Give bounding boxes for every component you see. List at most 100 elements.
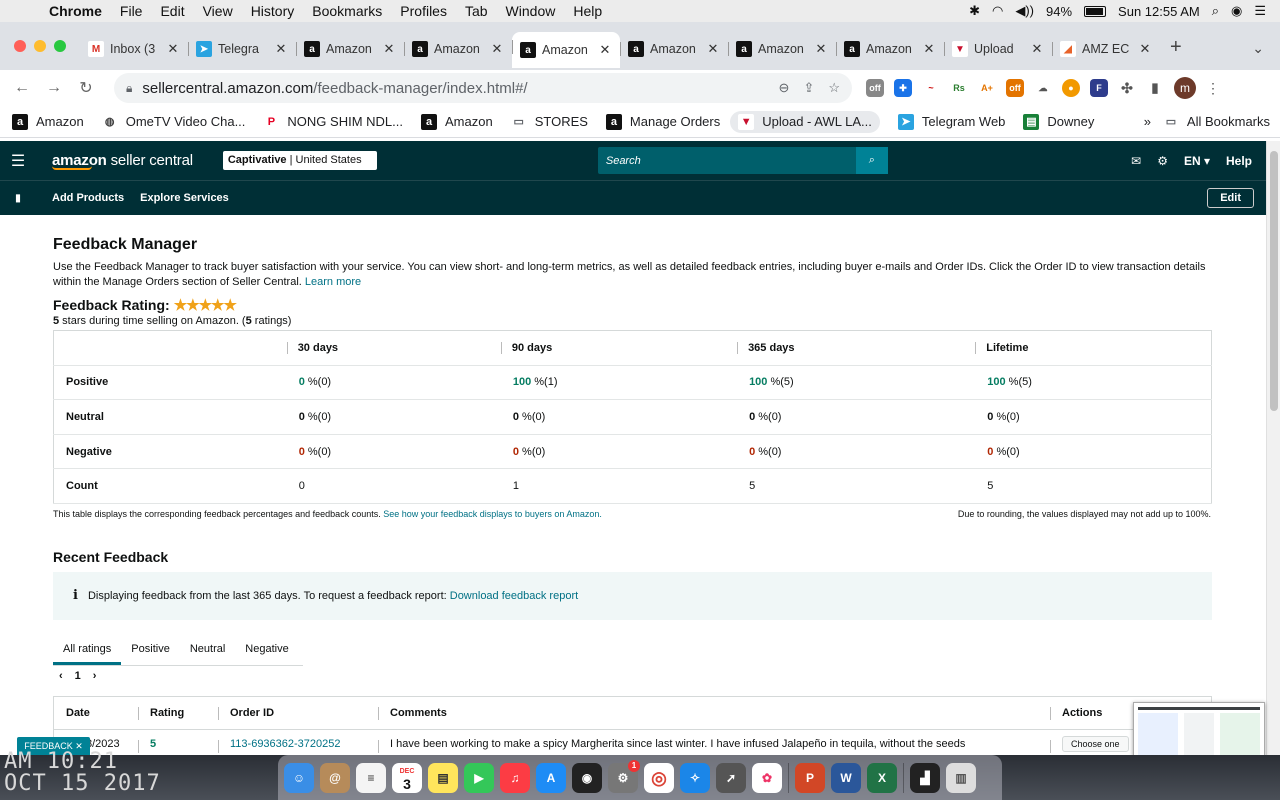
tab-search-chevron-icon[interactable]: ⌄: [1252, 40, 1264, 57]
menu-app-chrome[interactable]: Chrome: [40, 3, 111, 19]
bookmark-item[interactable]: ▼ Upload - AWL LA...: [730, 110, 880, 133]
forward-button[interactable]: →: [38, 79, 70, 97]
menu-help[interactable]: Help: [564, 3, 611, 19]
tab-9[interactable]: ▼ Upload ✕: [944, 34, 1052, 64]
tab-10[interactable]: ◢ AMZ EC ✕: [1052, 34, 1160, 64]
siri-dock-icon[interactable]: ◉: [572, 762, 602, 793]
zoom-icon[interactable]: ⊖: [779, 80, 790, 96]
extension-rs-icon[interactable]: Rs: [950, 79, 968, 97]
learn-more-link[interactable]: Learn more: [305, 276, 361, 288]
menu-window[interactable]: Window: [497, 3, 565, 19]
reminders-icon[interactable]: ≡: [356, 762, 386, 793]
extension-off-icon[interactable]: off: [866, 79, 884, 97]
spotlight-icon[interactable]: ⌕: [1212, 3, 1219, 19]
next-page-icon[interactable]: ›: [93, 670, 97, 682]
bookmark-item[interactable]: ◍ OmeTV Video Cha...: [101, 111, 245, 133]
extension-orange-icon[interactable]: ●: [1062, 79, 1080, 97]
tab-4[interactable]: a Amazon ✕: [404, 34, 512, 64]
download-report-link[interactable]: Download feedback report: [450, 590, 578, 602]
col-date[interactable]: Date: [54, 697, 138, 729]
close-tab-icon[interactable]: ✕: [1138, 41, 1152, 57]
menu-file[interactable]: File: [111, 3, 152, 19]
current-page[interactable]: 1: [75, 670, 81, 682]
filter-tab-all-ratings[interactable]: All ratings: [53, 633, 122, 666]
gear-icon[interactable]: ⚙: [1157, 154, 1168, 168]
extension-globe-icon[interactable]: ✚: [894, 79, 912, 97]
prev-page-icon[interactable]: ‹: [59, 670, 63, 682]
bookmark-star-icon[interactable]: ☆: [828, 80, 840, 96]
menu-profiles[interactable]: Profiles: [391, 3, 456, 19]
photos-icon[interactable]: ✿: [752, 762, 782, 793]
volume-icon[interactable]: ◀)): [1015, 3, 1034, 19]
close-tab-icon[interactable]: ✕: [166, 41, 180, 57]
new-tab-button[interactable]: +: [1170, 36, 1182, 59]
tab-8[interactable]: a Amazon ✕: [836, 34, 944, 64]
bookmark-item[interactable]: P NONG SHIM NDL...: [263, 111, 403, 133]
excel-icon[interactable]: X: [867, 762, 897, 793]
hamburger-menu-icon[interactable]: ☰: [0, 151, 36, 171]
col-rating[interactable]: Rating: [138, 697, 218, 729]
bookmark-item[interactable]: a Amazon: [421, 111, 493, 133]
bookmarks-overflow-button[interactable]: »: [1144, 114, 1151, 129]
bookmark-item[interactable]: ▤ Downey: [1023, 111, 1094, 133]
trash-icon[interactable]: ▥: [946, 762, 976, 793]
control-center-icon[interactable]: ☰: [1254, 3, 1266, 19]
language-selector[interactable]: EN ▾: [1184, 154, 1210, 168]
facetime-icon[interactable]: ▶: [464, 762, 494, 793]
notes-icon[interactable]: ▤: [428, 762, 458, 793]
minimize-window-button[interactable]: [34, 40, 46, 52]
bookmark-item[interactable]: a Manage Orders: [605, 111, 720, 133]
tab-5[interactable]: a Amazon ✕: [512, 32, 620, 68]
menu-bookmarks[interactable]: Bookmarks: [303, 3, 391, 19]
row-order-id-link[interactable]: 113-6936362-3720252: [218, 730, 378, 755]
tab-7[interactable]: a Amazon ✕: [728, 34, 836, 64]
system-preferences-icon[interactable]: ⚙ 1: [608, 759, 640, 793]
choose-action-select[interactable]: Choose one: [1062, 735, 1129, 752]
close-tab-icon[interactable]: ✕: [382, 41, 396, 57]
tab-2[interactable]: ➤ Telegra ✕: [188, 34, 296, 64]
all-bookmarks-button[interactable]: ▭ All Bookmarks: [1163, 114, 1270, 130]
bookmark-nav-icon[interactable]: ▮: [0, 193, 36, 204]
mail-icon[interactable]: ✉: [1131, 154, 1141, 168]
clock[interactable]: Sun 12:55 AM: [1118, 4, 1200, 19]
downloads-folder-icon[interactable]: ▟: [910, 762, 940, 793]
profile-avatar[interactable]: m: [1174, 77, 1196, 99]
launchpad-icon[interactable]: ➚: [716, 762, 746, 793]
menu-edit[interactable]: Edit: [151, 3, 193, 19]
close-tab-icon[interactable]: ✕: [814, 41, 828, 57]
close-tab-icon[interactable]: ✕: [922, 41, 936, 57]
buyer-display-link[interactable]: See how your feedback displays to buyers…: [383, 509, 602, 519]
lock-icon[interactable]: 🔒︎: [126, 81, 132, 96]
bookmark-item[interactable]: ▭ STORES: [510, 111, 588, 133]
close-window-button[interactable]: [14, 40, 26, 52]
page-scrollbar[interactable]: [1266, 141, 1280, 755]
tab-1[interactable]: M Inbox (3 ✕: [80, 34, 188, 64]
nav-explore-services[interactable]: Explore Services: [140, 192, 229, 204]
reload-button[interactable]: ↻: [70, 78, 102, 98]
filter-tab-neutral[interactable]: Neutral: [180, 633, 235, 665]
extension-f-icon[interactable]: F: [1090, 79, 1108, 97]
extension-helium-icon[interactable]: ~: [922, 79, 940, 97]
close-tab-icon[interactable]: ✕: [706, 41, 720, 57]
battery-icon[interactable]: [1084, 5, 1107, 17]
chrome-menu-icon[interactable]: ⋮: [1206, 80, 1220, 97]
close-tab-icon[interactable]: ✕: [598, 42, 612, 58]
close-tab-icon[interactable]: ✕: [274, 41, 288, 57]
calendar-icon[interactable]: DEC 3: [392, 762, 422, 793]
chrome-icon[interactable]: ◎: [644, 762, 674, 793]
store-selector[interactable]: Captivative | United States: [222, 151, 377, 170]
scrollbar-thumb[interactable]: [1270, 151, 1278, 411]
tab-6[interactable]: a Amazon ✕: [620, 34, 728, 64]
extension-cloud-icon[interactable]: ☁: [1034, 79, 1052, 97]
search-icon[interactable]: ⌕: [855, 147, 888, 174]
close-tab-icon[interactable]: ✕: [1030, 41, 1044, 57]
address-bar[interactable]: 🔒︎ sellercentral.amazon.com/feedback-man…: [114, 73, 852, 103]
edit-nav-button[interactable]: Edit: [1207, 188, 1254, 208]
app-store-icon[interactable]: A: [536, 762, 566, 793]
powerpoint-icon[interactable]: P: [795, 762, 825, 793]
filter-tab-positive[interactable]: Positive: [121, 633, 180, 665]
col-order-id[interactable]: Order ID: [218, 697, 378, 729]
filter-tab-negative[interactable]: Negative: [235, 633, 298, 665]
share-icon[interactable]: ⇪: [803, 80, 814, 96]
finder-icon[interactable]: ☺: [284, 762, 314, 793]
